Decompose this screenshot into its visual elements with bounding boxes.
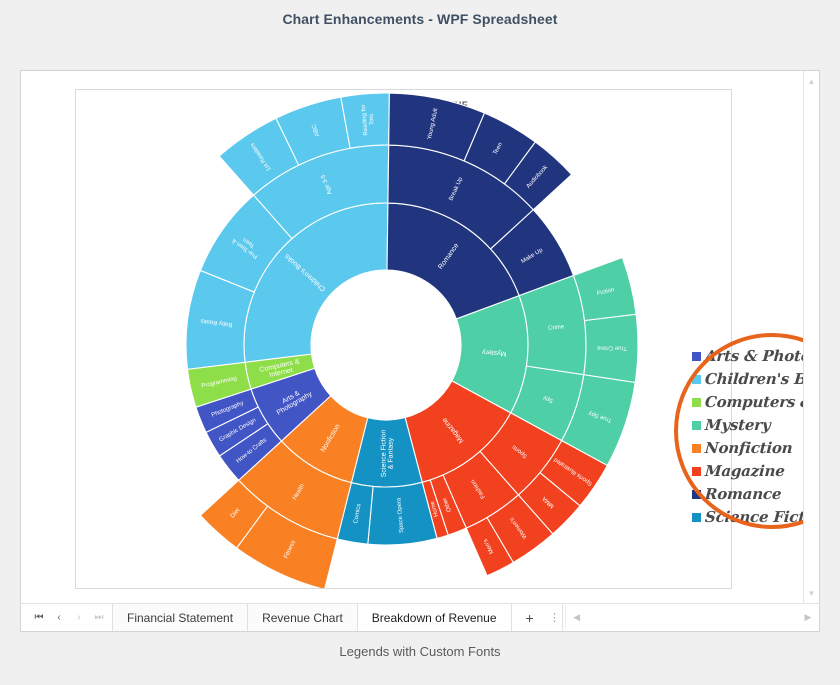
sunburst-segment[interactable] (572, 256, 637, 322)
legend-swatch-icon (692, 352, 701, 361)
legend-item[interactable]: Nonfiction (692, 437, 803, 460)
sheet-nav-buttons: ⏮ ‹ › ⏭ (21, 604, 113, 631)
figure-caption: Legends with Custom Fonts (339, 644, 501, 659)
spreadsheet-window: BREAKDOWN OF REVENUE Children's BooksBab… (20, 70, 820, 632)
horizontal-scrollbar[interactable]: ◀ ▶ (564, 606, 819, 629)
sheet-tab-label: Revenue Chart (262, 610, 343, 625)
legend-item[interactable]: Magazine (692, 460, 803, 483)
chart-legend[interactable]: Arts & Photography Children's Books Comput… (692, 345, 803, 529)
legend-swatch-icon (692, 421, 701, 430)
legend-item[interactable]: Science Fiction & Fantasy (692, 506, 803, 529)
scroll-down-icon[interactable]: ▼ (804, 585, 819, 601)
legend-label: Mystery (704, 416, 772, 434)
legend-swatch-icon (692, 513, 701, 522)
sheet-tabs: Financial Statement Revenue Chart Breakdow… (112, 604, 512, 631)
hscroll-left-icon[interactable]: ◀ (566, 612, 588, 623)
chart-container[interactable]: BREAKDOWN OF REVENUE Children's BooksBab… (75, 89, 803, 589)
sunburst-segment[interactable] (583, 313, 639, 384)
vertical-scrollbar[interactable]: ▲ ▼ (803, 71, 819, 603)
last-sheet-icon[interactable]: ⏭ (89, 605, 109, 631)
legend-label: Arts & Photography (704, 347, 803, 365)
legend-item[interactable]: Romance (692, 483, 803, 506)
legend-label: Children's Books (704, 370, 803, 388)
scroll-up-icon[interactable]: ▲ (804, 73, 819, 89)
legend-swatch-icon (692, 375, 701, 384)
sheet-tab-label: Breakdown of Revenue (371, 610, 497, 625)
sheet-tab-bar: ⏮ ‹ › ⏭ Financial Statement Revenue Chart… (21, 603, 819, 631)
legend-item[interactable]: Computers & Internet (692, 391, 803, 414)
legend-swatch-icon (692, 490, 701, 499)
legend-label: Nonfiction (704, 439, 794, 457)
legend-label: Science Fiction & Fantasy (704, 508, 803, 526)
app-root: Chart Enhancements - WPF Spreadsheet BRE… (0, 0, 840, 685)
legend-label: Magazine (704, 462, 786, 480)
legend-swatch-icon (692, 467, 701, 476)
legend-swatch-icon (692, 398, 701, 407)
prev-sheet-icon[interactable]: ‹ (49, 605, 69, 631)
legend-item[interactable]: Arts & Photography (692, 345, 803, 368)
tab-split-handle[interactable]: ⋮ (548, 604, 563, 631)
legend-label: Computers & Internet (704, 393, 803, 411)
hscroll-right-icon[interactable]: ▶ (797, 612, 819, 623)
legend-swatch-icon (692, 444, 701, 453)
sheet-tab-label: Financial Statement (127, 610, 234, 625)
add-sheet-button[interactable]: + (512, 604, 548, 631)
legend-item[interactable]: Mystery (692, 414, 803, 437)
sheet-tab[interactable]: Breakdown of Revenue (356, 604, 512, 631)
first-sheet-icon[interactable]: ⏮ (29, 605, 49, 631)
sheet-canvas[interactable]: BREAKDOWN OF REVENUE Children's BooksBab… (21, 71, 803, 603)
sunburst-segment[interactable] (340, 92, 390, 149)
legend-item[interactable]: Children's Books (692, 368, 803, 391)
next-sheet-icon[interactable]: › (69, 605, 89, 631)
sunburst-chart[interactable]: Children's BooksBaby BooksPre-Teen &Teen… (76, 90, 731, 588)
legend-label: Romance (704, 485, 782, 503)
sheet-tab[interactable]: Revenue Chart (247, 604, 358, 631)
sheet-tab[interactable]: Financial Statement (112, 604, 249, 631)
page-title: Chart Enhancements - WPF Spreadsheet (282, 11, 558, 27)
